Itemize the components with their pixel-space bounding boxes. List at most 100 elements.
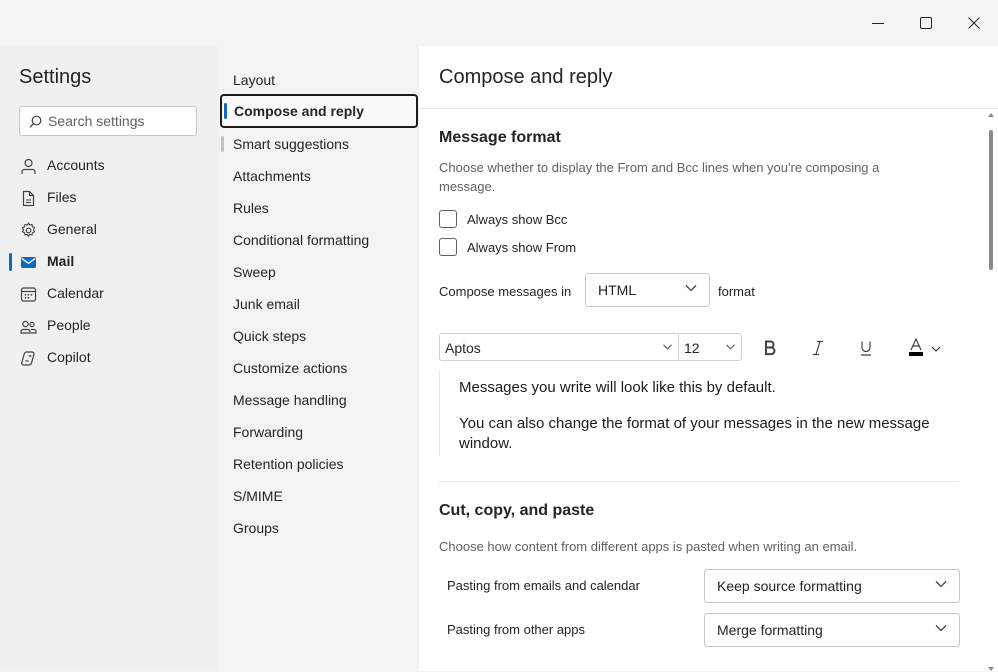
nav-item-calendar[interactable]: Calendar xyxy=(0,280,219,308)
font-family-dropdown[interactable]: Aptos xyxy=(439,333,679,361)
always-show-bcc-label: Always show Bcc xyxy=(467,212,568,227)
chevron-down-icon xyxy=(935,625,947,632)
bold-button[interactable] xyxy=(757,335,783,361)
always-show-from-label: Always show From xyxy=(467,240,577,255)
nav-label-accounts: Accounts xyxy=(47,157,105,173)
nav-item-accounts[interactable]: Accounts xyxy=(0,152,219,180)
mail-icon xyxy=(21,257,36,268)
bold-icon xyxy=(765,340,776,356)
font-color-button[interactable] xyxy=(901,335,945,361)
search-box[interactable] xyxy=(19,106,197,136)
underline-button[interactable] xyxy=(853,335,879,361)
paste-other-value: Merge formatting xyxy=(717,622,823,638)
subnav-label: Junk email xyxy=(233,296,300,312)
subnav-message-handling[interactable]: Message handling xyxy=(219,384,419,416)
subnav-quick-steps[interactable]: Quick steps xyxy=(219,320,419,352)
font-color-icon xyxy=(909,338,941,356)
font-size-value: 12 xyxy=(684,340,700,356)
subnav-label: Smart suggestions xyxy=(233,136,349,152)
close-button[interactable] xyxy=(951,0,997,46)
nav-item-mail[interactable]: Mail xyxy=(0,248,219,276)
scrollbar-thumb[interactable] xyxy=(989,130,993,270)
search-input[interactable] xyxy=(48,107,193,135)
italic-button[interactable] xyxy=(805,335,831,361)
minimize-button[interactable] xyxy=(855,0,901,46)
subnav-label: Rules xyxy=(233,200,269,216)
format-preview: Messages you write will look like this b… xyxy=(439,370,960,456)
close-icon xyxy=(968,17,980,29)
compose-settings-pane: Compose and reply Message format Choose … xyxy=(419,46,998,671)
always-show-from-checkbox[interactable] xyxy=(439,238,457,256)
italic-icon xyxy=(813,340,823,356)
subnav-sweep[interactable]: Sweep xyxy=(219,256,419,288)
person-icon xyxy=(21,158,36,174)
compose-format-dropdown[interactable]: HTML xyxy=(585,273,710,307)
hover-indicator xyxy=(221,136,224,152)
preview-line-2: You can also change the format of your m… xyxy=(459,415,930,452)
nav-item-general[interactable]: General xyxy=(0,216,219,244)
title-bar xyxy=(0,0,998,46)
subnav-label: Message handling xyxy=(233,392,347,408)
subnav-junk-email[interactable]: Junk email xyxy=(219,288,419,320)
divider xyxy=(419,108,998,109)
subnav-rules[interactable]: Rules xyxy=(219,192,419,224)
scrollbar[interactable] xyxy=(988,112,994,672)
subnav-label: Compose and reply xyxy=(234,103,364,119)
search-icon xyxy=(29,115,42,128)
paste-description: Choose how content from different apps i… xyxy=(439,539,858,554)
compose-format-value: HTML xyxy=(598,282,637,298)
nav-item-files[interactable]: Files xyxy=(0,184,219,212)
compose-format-prefix: Compose messages in xyxy=(439,284,572,299)
subnav-conditional-formatting[interactable]: Conditional formatting xyxy=(219,224,419,256)
subnav-groups[interactable]: Groups xyxy=(219,512,419,544)
paste-other-label: Pasting from other apps xyxy=(447,622,586,637)
nav-item-people[interactable]: People xyxy=(0,312,219,340)
maximize-button[interactable] xyxy=(903,0,949,46)
subnav-label: Retention policies xyxy=(233,456,344,472)
nav-label-mail: Mail xyxy=(47,253,75,269)
nav-item-copilot[interactable]: Copilot xyxy=(0,344,219,372)
compose-format-suffix: format xyxy=(718,284,755,299)
subnav-label: Attachments xyxy=(233,168,311,184)
subnav-customize-actions[interactable]: Customize actions xyxy=(219,352,419,384)
chevron-down-icon xyxy=(685,285,697,292)
settings-title: Settings xyxy=(19,66,92,88)
font-family-value: Aptos xyxy=(445,340,481,356)
paste-emails-label: Pasting from emails and calendar xyxy=(447,578,640,593)
subnav-smime[interactable]: S/MIME xyxy=(219,480,419,512)
nav-label-people: People xyxy=(47,317,91,333)
subnav-label: Conditional formatting xyxy=(233,232,370,248)
paste-emails-value: Keep source formatting xyxy=(717,578,862,594)
copilot-icon xyxy=(21,351,35,366)
nav-label-calendar: Calendar xyxy=(47,285,104,301)
subnav-label: Forwarding xyxy=(233,424,304,440)
subnav-retention-policies[interactable]: Retention policies xyxy=(219,448,419,480)
subnav-label: Layout xyxy=(233,72,276,88)
nav-label-files: Files xyxy=(47,189,77,205)
subnav-compose-and-reply[interactable]: Compose and reply xyxy=(220,94,418,128)
subnav-label: Sweep xyxy=(233,264,276,280)
people-icon xyxy=(20,320,37,334)
subnav-attachments[interactable]: Attachments xyxy=(219,160,419,192)
scroll-down-arrow-icon[interactable] xyxy=(988,667,994,672)
paste-emails-dropdown[interactable]: Keep source formatting xyxy=(704,569,960,603)
paste-other-dropdown[interactable]: Merge formatting xyxy=(704,613,960,647)
scroll-up-arrow-icon[interactable] xyxy=(988,112,994,117)
subnav-layout[interactable]: Layout xyxy=(219,64,419,96)
nav-label-copilot: Copilot xyxy=(47,349,91,365)
subnav-smart-suggestions[interactable]: Smart suggestions xyxy=(219,128,419,160)
selected-indicator xyxy=(224,103,227,119)
subnav-label: Quick steps xyxy=(233,328,307,344)
font-size-dropdown[interactable]: 12 xyxy=(678,333,742,361)
preview-line-1: Messages you write will look like this b… xyxy=(459,379,776,396)
subnav-label: Customize actions xyxy=(233,360,348,376)
subnav-label: Groups xyxy=(233,520,279,536)
chevron-down-icon xyxy=(663,344,672,350)
paste-heading: Cut, copy, and paste xyxy=(439,502,595,519)
subnav-forwarding[interactable]: Forwarding xyxy=(219,416,419,448)
maximize-icon xyxy=(920,17,932,29)
chevron-down-icon xyxy=(726,344,735,350)
chevron-down-icon xyxy=(935,581,947,588)
underline-icon xyxy=(861,341,871,356)
always-show-bcc-checkbox[interactable] xyxy=(439,210,457,228)
